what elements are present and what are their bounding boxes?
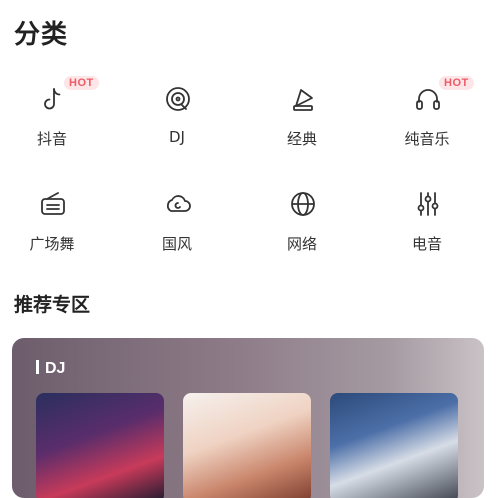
category-label: 广场舞 bbox=[29, 235, 75, 253]
recommend-section-title: 推荐专区 bbox=[14, 294, 91, 316]
category-label: 经典 bbox=[286, 130, 317, 148]
gramophone-icon bbox=[288, 84, 318, 114]
category-electronic[interactable]: 电音 bbox=[377, 181, 477, 271]
category-label: 纯音乐 bbox=[404, 130, 450, 148]
card-title: DJ bbox=[36, 360, 65, 378]
category-pure-music[interactable]: HOT 纯音乐 bbox=[377, 76, 477, 166]
dj-recommend-card[interactable]: DJ bbox=[12, 338, 484, 498]
tiktok-icon bbox=[38, 84, 68, 114]
category-guofeng[interactable]: 国风 bbox=[127, 181, 227, 271]
category-network[interactable]: 网络 bbox=[252, 181, 352, 271]
category-label: DJ bbox=[169, 128, 185, 146]
title-bar-decoration bbox=[36, 360, 39, 374]
category-label: 抖音 bbox=[36, 130, 67, 148]
category-label: 电音 bbox=[411, 235, 442, 253]
vinyl-disc-icon bbox=[163, 84, 193, 114]
category-douyin[interactable]: HOT 抖音 bbox=[2, 76, 102, 166]
radio-icon bbox=[38, 189, 68, 219]
category-square-dance[interactable]: 广场舞 bbox=[2, 181, 102, 271]
category-dj[interactable]: DJ bbox=[127, 76, 227, 166]
cloud-swirl-icon bbox=[163, 189, 193, 219]
hot-badge: HOT bbox=[64, 76, 99, 90]
dj-thumbnail-1[interactable] bbox=[36, 393, 164, 498]
category-label: 国风 bbox=[161, 235, 192, 253]
headphones-icon bbox=[413, 84, 443, 114]
card-title-text: DJ bbox=[45, 360, 66, 377]
category-section-title: 分类 bbox=[14, 20, 69, 50]
category-classic[interactable]: 经典 bbox=[252, 76, 352, 166]
dj-thumbnail-3[interactable] bbox=[330, 393, 458, 498]
globe-icon bbox=[288, 189, 318, 219]
equalizer-icon bbox=[413, 189, 443, 219]
category-label: 网络 bbox=[286, 235, 317, 253]
hot-badge: HOT bbox=[439, 76, 474, 90]
dj-thumbnail-2[interactable] bbox=[183, 393, 311, 498]
